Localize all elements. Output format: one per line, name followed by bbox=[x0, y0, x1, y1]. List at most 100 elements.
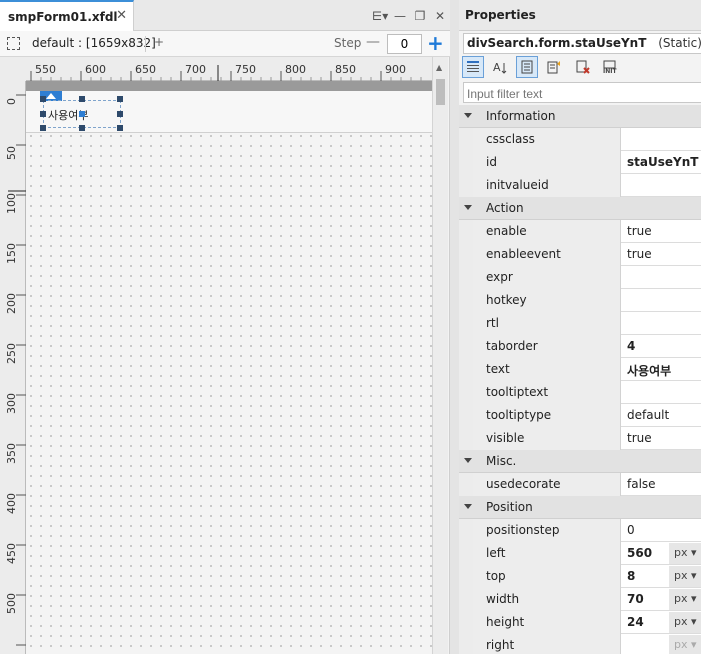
property-row-initvalueid[interactable]: initvalueid bbox=[459, 174, 701, 197]
property-row-width[interactable]: width 70 px ▾ bbox=[459, 588, 701, 611]
collapse-triangle-icon[interactable] bbox=[464, 458, 472, 463]
init-value-icon[interactable]: INIT bbox=[599, 56, 621, 78]
property-value[interactable] bbox=[621, 266, 701, 289]
property-value[interactable] bbox=[621, 289, 701, 312]
scroll-up-icon[interactable]: ▲ bbox=[436, 63, 442, 72]
property-name: expr bbox=[473, 266, 621, 289]
ruler-y-label: 0 bbox=[5, 98, 18, 105]
ruler-x-label: 850 bbox=[335, 63, 356, 76]
property-value[interactable]: default bbox=[621, 404, 701, 427]
row-gutter bbox=[459, 312, 473, 335]
step-increase-button[interactable]: + bbox=[427, 31, 444, 55]
property-row-height[interactable]: height 24 px ▾ bbox=[459, 611, 701, 634]
alphabetical-view-icon[interactable]: A bbox=[489, 56, 511, 78]
property-value[interactable]: 4 bbox=[621, 335, 701, 358]
unit-dropdown[interactable]: px ▾ bbox=[669, 612, 701, 633]
category-action[interactable]: Action bbox=[459, 197, 701, 220]
property-row-hotkey[interactable]: hotkey bbox=[459, 289, 701, 312]
vertical-ruler-ticks bbox=[8, 94, 26, 646]
resize-handle[interactable] bbox=[117, 96, 123, 102]
property-value[interactable] bbox=[621, 312, 701, 335]
property-row-taborder[interactable]: taborder 4 bbox=[459, 335, 701, 358]
row-gutter bbox=[459, 588, 473, 611]
ruler-x-label: 750 bbox=[235, 63, 256, 76]
resize-handle[interactable] bbox=[117, 111, 123, 117]
unit-dropdown[interactable]: px ▾ bbox=[669, 543, 701, 564]
property-row-usedecorate[interactable]: usedecorate false bbox=[459, 473, 701, 496]
resize-handle[interactable] bbox=[79, 125, 85, 131]
layout-selector[interactable]: default : [1659x832] bbox=[32, 36, 156, 50]
property-name: id bbox=[473, 151, 621, 174]
property-row-top[interactable]: top 8 px ▾ bbox=[459, 565, 701, 588]
close-window-icon[interactable]: ✕ bbox=[430, 9, 450, 23]
property-name: enableevent bbox=[473, 243, 621, 266]
layout-icon[interactable] bbox=[7, 37, 20, 50]
property-value[interactable] bbox=[621, 174, 701, 197]
row-gutter bbox=[459, 519, 473, 542]
step-decrease-button[interactable]: — bbox=[366, 34, 380, 50]
property-row-enableevent[interactable]: enableevent true bbox=[459, 243, 701, 266]
property-value[interactable]: 0 bbox=[621, 519, 701, 542]
ruler-x-label: 650 bbox=[135, 63, 156, 76]
close-tab-icon[interactable]: ✕ bbox=[116, 8, 127, 23]
pane-splitter[interactable] bbox=[450, 0, 459, 654]
collapse-triangle-icon[interactable] bbox=[464, 504, 472, 509]
document-tab[interactable]: smpForm01.xfdl ✕ bbox=[0, 0, 134, 31]
resize-handle[interactable] bbox=[40, 96, 46, 102]
property-value[interactable]: 사용여부 bbox=[621, 358, 701, 381]
step-input[interactable] bbox=[387, 34, 422, 54]
restore-icon[interactable]: ❐ bbox=[410, 9, 430, 23]
property-value[interactable]: true bbox=[621, 427, 701, 450]
category-position[interactable]: Position bbox=[459, 496, 701, 519]
form-surface[interactable]: 사용여부 bbox=[26, 81, 432, 654]
unit-dropdown[interactable]: px ▾ bbox=[669, 566, 701, 587]
unit-dropdown[interactable]: px ▾ bbox=[669, 589, 701, 610]
collapse-triangle-icon[interactable] bbox=[464, 205, 472, 210]
unit-dropdown[interactable]: px ▾ bbox=[669, 635, 701, 654]
minimize-icon[interactable]: — bbox=[390, 9, 410, 23]
property-row-left[interactable]: left 560 px ▾ bbox=[459, 542, 701, 565]
property-grid: Information cssclass id staUseYnT initvaluei… bbox=[459, 105, 701, 654]
property-row-positionstep[interactable]: positionstep 0 bbox=[459, 519, 701, 542]
property-value[interactable]: true bbox=[621, 243, 701, 266]
scrollbar-thumb[interactable] bbox=[436, 79, 445, 105]
resize-handle[interactable] bbox=[117, 125, 123, 131]
resize-handle[interactable] bbox=[40, 125, 46, 131]
property-row-expr[interactable]: expr bbox=[459, 266, 701, 289]
step-label: Step bbox=[334, 36, 362, 50]
property-row-enable[interactable]: enable true bbox=[459, 220, 701, 243]
events-view-icon[interactable] bbox=[543, 56, 565, 78]
move-handle[interactable] bbox=[79, 111, 85, 117]
property-value[interactable] bbox=[621, 381, 701, 404]
property-row-visible[interactable]: visible true bbox=[459, 427, 701, 450]
property-value[interactable]: false bbox=[621, 473, 701, 496]
property-row-rtl[interactable]: rtl bbox=[459, 312, 701, 335]
property-value[interactable]: true bbox=[621, 220, 701, 243]
categorized-view-icon[interactable] bbox=[462, 56, 484, 78]
svg-text:INIT: INIT bbox=[603, 68, 617, 74]
resize-handle[interactable] bbox=[79, 96, 85, 102]
object-selector[interactable]: divSearch.form.staUseYnT (Static) bbox=[463, 33, 701, 54]
property-value[interactable]: staUseYnT bbox=[621, 151, 701, 174]
category-information[interactable]: Information bbox=[459, 105, 701, 128]
property-row-tooltiptype[interactable]: tooltiptype default bbox=[459, 404, 701, 427]
category-label: Misc. bbox=[486, 454, 517, 468]
properties-pane: Properties divSearch.form.staUseYnT (Sta… bbox=[459, 0, 701, 654]
property-row-tooltiptext[interactable]: tooltiptext bbox=[459, 381, 701, 404]
property-row-text[interactable]: text 사용여부 bbox=[459, 358, 701, 381]
property-filter-input[interactable] bbox=[463, 82, 701, 103]
property-row-id[interactable]: id staUseYnT bbox=[459, 151, 701, 174]
row-gutter bbox=[459, 381, 473, 404]
reset-property-icon[interactable] bbox=[572, 56, 594, 78]
vertical-scrollbar[interactable]: ▲ bbox=[432, 57, 448, 654]
tab-list-icon[interactable]: ⋿▾ bbox=[370, 9, 390, 23]
property-value[interactable] bbox=[621, 128, 701, 151]
properties-toolbar: A INIT bbox=[459, 56, 701, 80]
property-row-right[interactable]: right px ▾ bbox=[459, 634, 701, 654]
resize-handle[interactable] bbox=[40, 111, 46, 117]
property-row-cssclass[interactable]: cssclass bbox=[459, 128, 701, 151]
category-misc[interactable]: Misc. bbox=[459, 450, 701, 473]
collapse-triangle-icon[interactable] bbox=[464, 113, 472, 118]
properties-view-icon[interactable] bbox=[516, 56, 538, 78]
add-layout-button[interactable]: + bbox=[154, 35, 164, 49]
